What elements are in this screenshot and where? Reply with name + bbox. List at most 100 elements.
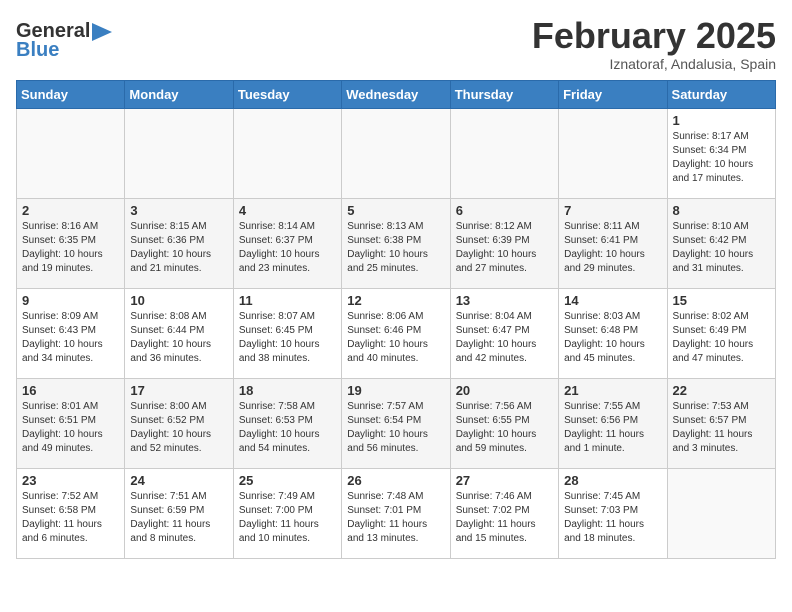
day-number: 5 [347,203,444,218]
day-number: 6 [456,203,553,218]
title-section: February 2025 Iznatoraf, Andalusia, Spai… [532,16,776,72]
day-info: Sunrise: 7:52 AM Sunset: 6:58 PM Dayligh… [22,490,119,546]
day-number: 11 [239,293,336,308]
calendar-cell [233,108,341,198]
calendar-cell: 27 Sunrise: 7:46 AM Sunset: 7:02 PM Dayli… [450,468,558,558]
day-info: Sunrise: 8:09 AM Sunset: 6:43 PM Dayligh… [22,310,119,366]
calendar-cell: 23 Sunrise: 7:52 AM Sunset: 6:58 PM Dayli… [17,468,125,558]
day-info: Sunrise: 7:46 AM Sunset: 7:02 PM Dayligh… [456,490,553,546]
day-number: 2 [22,203,119,218]
day-number: 15 [673,293,770,308]
weekday-header-monday: Monday [125,80,233,108]
day-number: 25 [239,473,336,488]
day-number: 21 [564,383,661,398]
day-number: 20 [456,383,553,398]
calendar-week-row: 9Sunrise: 8:09 AM Sunset: 6:43 PM Daylig… [17,288,776,378]
day-info: Sunrise: 8:13 AM Sunset: 6:38 PM Dayligh… [347,220,444,276]
logo: General Blue [16,20,112,62]
calendar-cell: 16 Sunrise: 8:01 AM Sunset: 6:51 PM Dayli… [17,378,125,468]
day-number: 17 [130,383,227,398]
day-info: Sunrise: 8:00 AM Sunset: 6:52 PM Dayligh… [130,400,227,456]
weekday-header-friday: Friday [559,80,667,108]
calendar-cell: 11 Sunrise: 8:07 AM Sunset: 6:45 PM Dayli… [233,288,341,378]
calendar-cell: 20 Sunrise: 7:56 AM Sunset: 6:55 PM Dayli… [450,378,558,468]
calendar-cell: 14 Sunrise: 8:03 AM Sunset: 6:48 PM Dayli… [559,288,667,378]
calendar-cell: 5 Sunrise: 8:13 AM Sunset: 6:38 PM Daylig… [342,198,450,288]
day-info: Sunrise: 7:53 AM Sunset: 6:57 PM Dayligh… [673,400,770,456]
weekday-header-wednesday: Wednesday [342,80,450,108]
day-info: Sunrise: 7:58 AM Sunset: 6:53 PM Dayligh… [239,400,336,456]
day-number: 22 [673,383,770,398]
calendar-cell: 13 Sunrise: 8:04 AM Sunset: 6:47 PM Dayli… [450,288,558,378]
day-number: 23 [22,473,119,488]
calendar-cell [450,108,558,198]
logo-arrow-icon [92,23,112,41]
calendar-cell: 17 Sunrise: 8:00 AM Sunset: 6:52 PM Dayli… [125,378,233,468]
calendar-cell: 21 Sunrise: 7:55 AM Sunset: 6:56 PM Dayli… [559,378,667,468]
calendar-cell: 22 Sunrise: 7:53 AM Sunset: 6:57 PM Dayli… [667,378,775,468]
day-number: 19 [347,383,444,398]
calendar-cell: 24 Sunrise: 7:51 AM Sunset: 6:59 PM Dayli… [125,468,233,558]
calendar-cell: 26Sunrise: 7:48 AM Sunset: 7:01 PM Dayli… [342,468,450,558]
day-number: 28 [564,473,661,488]
weekday-header-saturday: Saturday [667,80,775,108]
day-number: 14 [564,293,661,308]
page-header: General Blue February 2025 Iznatoraf, An… [16,16,776,72]
weekday-header-thursday: Thursday [450,80,558,108]
calendar-cell [559,108,667,198]
calendar-cell: 28 Sunrise: 7:45 AM Sunset: 7:03 PM Dayli… [559,468,667,558]
calendar-cell: 3Sunrise: 8:15 AM Sunset: 6:36 PM Daylig… [125,198,233,288]
calendar-cell: 18 Sunrise: 7:58 AM Sunset: 6:53 PM Dayli… [233,378,341,468]
calendar-week-row: 16 Sunrise: 8:01 AM Sunset: 6:51 PM Dayli… [17,378,776,468]
day-number: 16 [22,383,119,398]
day-info: Sunrise: 8:04 AM Sunset: 6:47 PM Dayligh… [456,310,553,366]
day-number: 1 [673,113,770,128]
day-number: 24 [130,473,227,488]
calendar-cell: 9Sunrise: 8:09 AM Sunset: 6:43 PM Daylig… [17,288,125,378]
logo-blue-text: Blue [16,39,59,62]
day-info: Sunrise: 8:10 AM Sunset: 6:42 PM Dayligh… [673,220,770,276]
calendar-cell: 8Sunrise: 8:10 AM Sunset: 6:42 PM Daylig… [667,198,775,288]
day-info: Sunrise: 8:08 AM Sunset: 6:44 PM Dayligh… [130,310,227,366]
day-number: 13 [456,293,553,308]
calendar-cell [17,108,125,198]
day-info: Sunrise: 7:51 AM Sunset: 6:59 PM Dayligh… [130,490,227,546]
day-info: Sunrise: 8:11 AM Sunset: 6:41 PM Dayligh… [564,220,661,276]
calendar-subtitle: Iznatoraf, Andalusia, Spain [532,56,776,72]
day-info: Sunrise: 8:06 AM Sunset: 6:46 PM Dayligh… [347,310,444,366]
day-info: Sunrise: 8:03 AM Sunset: 6:48 PM Dayligh… [564,310,661,366]
calendar-cell: 1 Sunrise: 8:17 AM Sunset: 6:34 PM Daylig… [667,108,775,198]
calendar-cell [125,108,233,198]
day-number: 4 [239,203,336,218]
weekday-header-sunday: Sunday [17,80,125,108]
day-info: Sunrise: 8:01 AM Sunset: 6:51 PM Dayligh… [22,400,119,456]
day-number: 10 [130,293,227,308]
day-info: Sunrise: 8:17 AM Sunset: 6:34 PM Dayligh… [673,130,770,186]
day-info: Sunrise: 8:15 AM Sunset: 6:36 PM Dayligh… [130,220,227,276]
day-info: Sunrise: 7:56 AM Sunset: 6:55 PM Dayligh… [456,400,553,456]
calendar-cell: 6 Sunrise: 8:12 AM Sunset: 6:39 PM Daylig… [450,198,558,288]
calendar-week-row: 2 Sunrise: 8:16 AM Sunset: 6:35 PM Daylig… [17,198,776,288]
calendar-cell: 12 Sunrise: 8:06 AM Sunset: 6:46 PM Dayli… [342,288,450,378]
day-number: 12 [347,293,444,308]
day-info: Sunrise: 7:57 AM Sunset: 6:54 PM Dayligh… [347,400,444,456]
day-info: Sunrise: 8:07 AM Sunset: 6:45 PM Dayligh… [239,310,336,366]
day-info: Sunrise: 7:49 AM Sunset: 7:00 PM Dayligh… [239,490,336,546]
calendar-cell [342,108,450,198]
day-info: Sunrise: 8:02 AM Sunset: 6:49 PM Dayligh… [673,310,770,366]
day-info: Sunrise: 8:16 AM Sunset: 6:35 PM Dayligh… [22,220,119,276]
calendar-cell: 25 Sunrise: 7:49 AM Sunset: 7:00 PM Dayli… [233,468,341,558]
calendar-cell: 10 Sunrise: 8:08 AM Sunset: 6:44 PM Dayli… [125,288,233,378]
day-number: 18 [239,383,336,398]
day-info: Sunrise: 7:45 AM Sunset: 7:03 PM Dayligh… [564,490,661,546]
calendar-cell: 19 Sunrise: 7:57 AM Sunset: 6:54 PM Dayli… [342,378,450,468]
calendar-week-row: 23 Sunrise: 7:52 AM Sunset: 6:58 PM Dayli… [17,468,776,558]
weekday-header-row: SundayMondayTuesdayWednesdayThursdayFrid… [17,80,776,108]
calendar-week-row: 1 Sunrise: 8:17 AM Sunset: 6:34 PM Daylig… [17,108,776,198]
day-number: 26 [347,473,444,488]
calendar-cell: 15 Sunrise: 8:02 AM Sunset: 6:49 PM Dayli… [667,288,775,378]
day-info: Sunrise: 8:12 AM Sunset: 6:39 PM Dayligh… [456,220,553,276]
day-number: 27 [456,473,553,488]
day-info: Sunrise: 7:55 AM Sunset: 6:56 PM Dayligh… [564,400,661,456]
day-number: 7 [564,203,661,218]
